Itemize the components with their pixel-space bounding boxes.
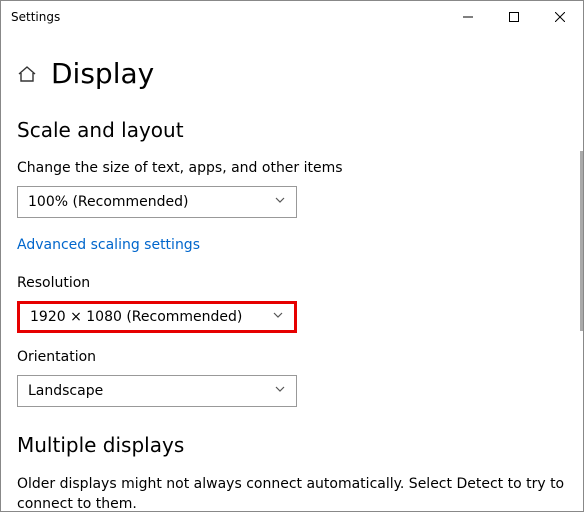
- orientation-label: Orientation: [17, 349, 567, 365]
- orientation-dropdown[interactable]: Landscape: [17, 375, 297, 407]
- close-button[interactable]: [537, 1, 583, 33]
- window-controls: [445, 1, 583, 33]
- maximize-button[interactable]: [491, 1, 537, 33]
- minimize-button[interactable]: [445, 1, 491, 33]
- chevron-down-icon: [274, 194, 286, 210]
- text-size-dropdown[interactable]: 100% (Recommended): [17, 186, 297, 218]
- chevron-down-icon: [274, 383, 286, 399]
- resolution-dropdown[interactable]: 1920 × 1080 (Recommended): [17, 301, 297, 333]
- page-title: Display: [51, 57, 154, 90]
- resolution-label: Resolution: [17, 275, 567, 291]
- text-size-value: 100% (Recommended): [28, 194, 189, 210]
- chevron-down-icon: [272, 309, 284, 325]
- section-scale-layout: Scale and layout: [17, 118, 567, 142]
- page-header: Display: [1, 33, 583, 104]
- orientation-value: Landscape: [28, 383, 103, 399]
- window-title: Settings: [11, 10, 445, 24]
- home-icon[interactable]: [17, 64, 37, 84]
- scrollbar[interactable]: [580, 151, 583, 331]
- multiple-displays-description: Older displays might not always connect …: [17, 475, 567, 514]
- advanced-scaling-link[interactable]: Advanced scaling settings: [17, 237, 200, 253]
- resolution-value: 1920 × 1080 (Recommended): [30, 309, 242, 325]
- content-area: Scale and layout Change the size of text…: [1, 104, 583, 514]
- titlebar: Settings: [1, 1, 583, 33]
- text-size-label: Change the size of text, apps, and other…: [17, 160, 567, 176]
- section-multiple-displays: Multiple displays: [17, 433, 567, 457]
